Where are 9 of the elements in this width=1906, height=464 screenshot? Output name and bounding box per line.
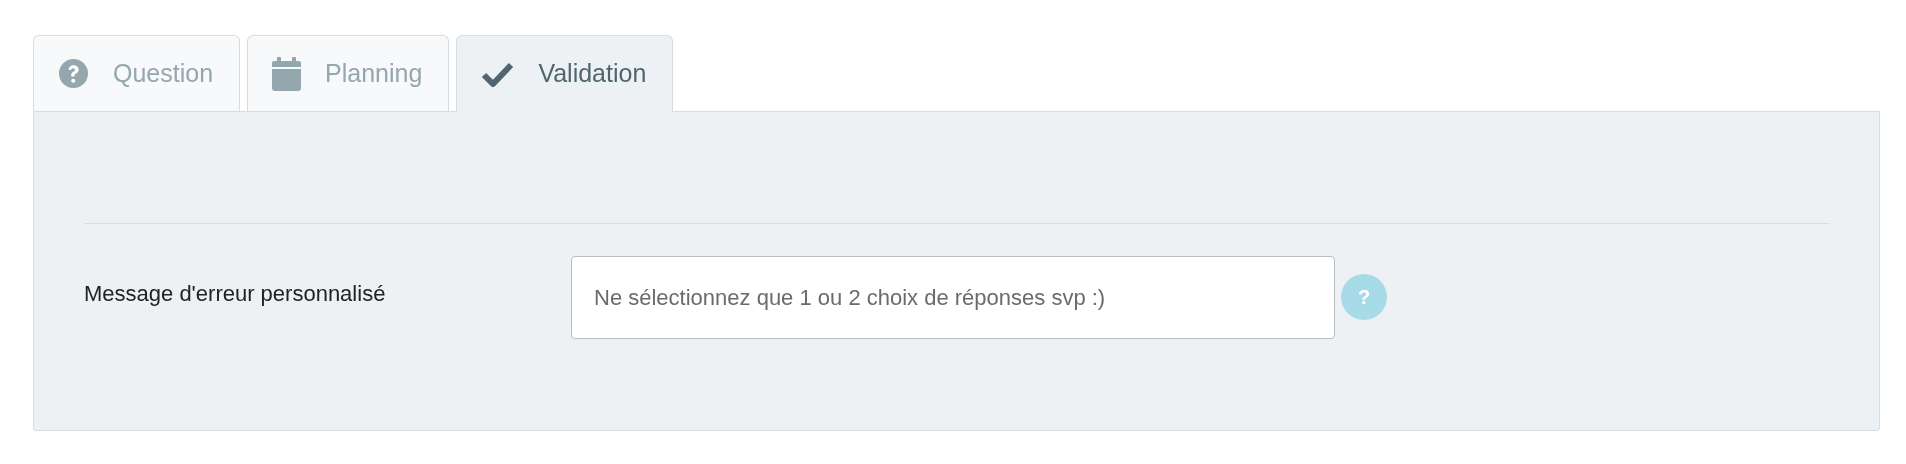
input-field[interactable]: Ne sélectionnez que 1 ou 2 choix de réponses svp :) bbox=[571, 256, 1335, 339]
tab[interactable]: Validation bbox=[456, 35, 674, 112]
question-icon bbox=[58, 58, 89, 89]
check-icon bbox=[481, 61, 515, 87]
calendar-icon bbox=[272, 56, 302, 91]
help-icon[interactable]: ? bbox=[1341, 273, 1387, 320]
tab[interactable]: Planning bbox=[247, 35, 450, 111]
field-label: Message d'erreur personnalisé bbox=[84, 280, 387, 308]
tab[interactable]: Question bbox=[33, 35, 241, 111]
